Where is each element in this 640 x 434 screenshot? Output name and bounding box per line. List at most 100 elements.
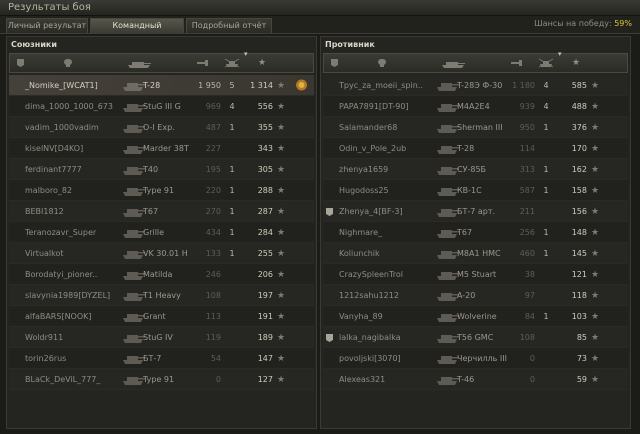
list-item[interactable]: Hugodoss25 КВ-1С 587 1 158 ★ xyxy=(323,180,628,201)
kills-icon[interactable] xyxy=(538,58,554,69)
damage-value: 0 xyxy=(529,354,535,363)
list-item[interactable]: BLaCk_DeViL_777_ Type 91 0 127 ★ xyxy=(9,369,314,390)
damage-value: 270 xyxy=(205,207,221,216)
list-item[interactable]: kiselNV[D4KO] Marder 38T 227 343 ★ xyxy=(9,138,314,159)
star-icon[interactable]: ★ xyxy=(572,58,580,69)
list-item[interactable]: Nighmare_ T67 256 1 148 ★ xyxy=(323,222,628,243)
list-item[interactable]: zhenya1659 СУ-85Б 313 1 162 ★ xyxy=(323,159,628,180)
kills-value xyxy=(225,269,239,281)
list-item[interactable]: malboro_82 Type 91 220 1 288 ★ xyxy=(9,180,314,201)
list-item[interactable]: Vanyha_89 Wolverine 84 1 103 ★ xyxy=(323,306,628,327)
player-name: Vanyha_89 xyxy=(339,312,383,321)
list-item[interactable]: lalka_nagibalka T56 GMC 108 85 ★ xyxy=(323,327,628,348)
list-item[interactable]: Borodatyi_pioner.. Matilda 246 206 ★ xyxy=(9,264,314,285)
tank-icon xyxy=(437,209,459,217)
tank-icon xyxy=(437,251,459,259)
list-item[interactable]: Tpyc_za_moeii_spin.. T-28Э Ф-30 1 180 4 … xyxy=(323,75,628,96)
tank-icon xyxy=(437,335,459,343)
kills-value xyxy=(539,290,553,302)
tab-personal-result[interactable]: Личный результат xyxy=(6,18,88,33)
tank-icon xyxy=(123,293,145,301)
player-name: Teranozavr_Super xyxy=(25,228,97,237)
kills-icon[interactable] xyxy=(224,58,240,69)
window-title: Результаты боя xyxy=(8,2,91,13)
kills-value xyxy=(225,290,239,302)
list-item[interactable]: BEBI1812 T67 270 1 287 ★ xyxy=(9,201,314,222)
damage-value: 969 xyxy=(205,102,221,111)
damage-value: 460 xyxy=(519,249,535,258)
list-item[interactable]: Alexeas321 T-46 0 59 ★ xyxy=(323,369,628,390)
damage-value: 220 xyxy=(205,186,221,195)
list-item[interactable]: Teranozavr_Super Grille 434 1 284 ★ xyxy=(9,222,314,243)
xp-value: 1 314 xyxy=(250,81,273,90)
flag-icon[interactable] xyxy=(16,58,25,69)
list-item[interactable]: CrazySpleenTrol M5 Stuart 38 121 ★ xyxy=(323,264,628,285)
player-name: Borodatyi_pioner.. xyxy=(25,270,98,279)
list-item[interactable]: dima_1000_1000_673 StuG III G 969 4 556 … xyxy=(9,96,314,117)
damage-value: 114 xyxy=(519,144,535,153)
list-item[interactable]: ferdinant7777 T40 195 1 305 ★ xyxy=(9,159,314,180)
player-name: Odin_v_Pole_2ub xyxy=(339,144,407,153)
tank-icon[interactable] xyxy=(440,58,466,69)
damage-value: 54 xyxy=(210,354,221,363)
tab-team-result[interactable]: Командный результат xyxy=(90,18,184,44)
list-item[interactable]: Koliunchik M8A1 HMC 460 1 145 ★ xyxy=(323,243,628,264)
tab-detailed-report[interactable]: Подробный отчёт xyxy=(186,18,272,33)
xp-value: 488 xyxy=(571,102,587,111)
medal-icon[interactable] xyxy=(295,78,308,92)
xp-value: 585 xyxy=(571,81,587,90)
list-item[interactable]: Virtualkot VK 30.01 H 133 1 255 ★ xyxy=(9,243,314,264)
gun-icon[interactable] xyxy=(510,58,524,69)
xp-value: 284 xyxy=(257,228,273,237)
list-item[interactable]: alfaBARS[NOOK] Grant 113 191 ★ xyxy=(9,306,314,327)
kills-value: 1 xyxy=(229,228,235,237)
xp-value: 189 xyxy=(257,333,273,342)
damage-value: 950 xyxy=(519,123,535,132)
player-name: slavynia1989[DYZEL] xyxy=(25,291,111,300)
list-item[interactable]: Zhenya_4[BF-3] БТ-7 арт. 211 156 ★ xyxy=(323,201,628,222)
player-name: BEBI1812 xyxy=(25,207,64,216)
gun-icon[interactable] xyxy=(196,58,210,69)
xp-value: 376 xyxy=(571,123,587,132)
list-item[interactable]: Odin_v_Pole_2ub T-28 114 170 ★ xyxy=(323,138,628,159)
player-name: torin26rus xyxy=(25,354,67,363)
player-name: Virtualkot xyxy=(25,249,64,258)
kills-value: 1 xyxy=(229,165,235,174)
list-item[interactable]: slavynia1989[DYZEL] T1 Heavy 108 197 ★ xyxy=(9,285,314,306)
player-name: Hugodoss25 xyxy=(339,186,389,195)
list-item[interactable]: _Nomike_[WCAT1] T-28 1 950 5 1 314 ★ xyxy=(9,75,314,96)
damage-value: 0 xyxy=(529,375,535,384)
list-item[interactable]: torin26rus БТ-7 54 147 ★ xyxy=(9,348,314,369)
flag-icon[interactable] xyxy=(330,58,339,69)
list-item[interactable]: PAPA7891[DT-90] M4A2E4 939 4 488 ★ xyxy=(323,96,628,117)
tank-icon xyxy=(123,146,145,154)
player-name: lalka_nagibalka xyxy=(339,333,401,342)
list-item[interactable]: Woldr911 StuG IV 119 189 ★ xyxy=(9,327,314,348)
star-icon: ★ xyxy=(277,312,286,322)
player-name: povoljski[3070] xyxy=(339,354,401,363)
player-name: Tpyc_za_moeii_spin.. xyxy=(339,81,423,90)
star-icon: ★ xyxy=(591,102,600,112)
damage-value: 256 xyxy=(519,228,535,237)
player-sort-icon[interactable] xyxy=(60,58,76,69)
list-item[interactable]: Salamander68 Sherman III 950 1 376 ★ xyxy=(323,117,628,138)
player-name: Alexeas321 xyxy=(339,375,386,384)
list-item[interactable]: vadim_1000vadim O-I Exp. 487 1 355 ★ xyxy=(9,117,314,138)
list-item[interactable]: povoljski[3070] Черчилль III 0 73 ★ xyxy=(323,348,628,369)
tank-icon xyxy=(123,104,145,112)
kills-value: 1 xyxy=(229,249,235,258)
player-name: vadim_1000vadim xyxy=(25,123,99,132)
player-name: CrazySpleenTrol xyxy=(339,270,403,279)
xp-value: 343 xyxy=(257,144,273,153)
player-name: _Nomike_[WCAT1] xyxy=(25,81,98,90)
damage-value: 119 xyxy=(205,333,221,342)
player-name: zhenya1659 xyxy=(339,165,389,174)
player-name: alfaBARS[NOOK] xyxy=(25,312,92,321)
tank-icon[interactable] xyxy=(126,58,152,69)
kills-value: 4 xyxy=(229,102,235,111)
enemies-panel: Противник ★ ▾ Tpyc_za_moeii_spin.. T-28Э… xyxy=(320,36,631,429)
star-icon[interactable]: ★ xyxy=(258,58,266,69)
kills-value: 1 xyxy=(543,228,549,237)
list-item[interactable]: 1212sahu1212 A-20 97 118 ★ xyxy=(323,285,628,306)
player-sort-icon[interactable] xyxy=(374,58,390,69)
